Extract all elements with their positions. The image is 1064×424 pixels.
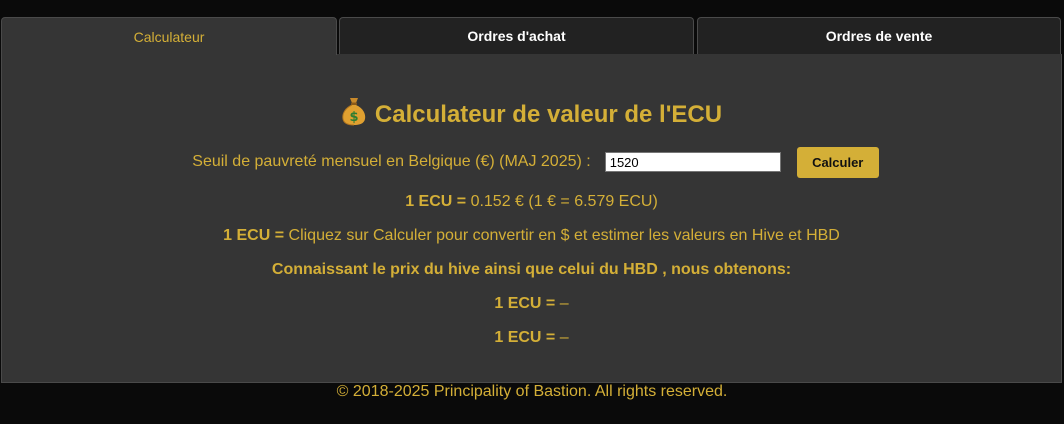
tab-calculateur-label: Calculateur — [133, 28, 205, 45]
tab-ordres-achat-label: Ordres d'achat — [467, 28, 566, 44]
calculate-button[interactable]: Calculer — [796, 146, 879, 178]
ecu-usd-prefix: 1 ECU = — [223, 227, 285, 244]
threshold-input[interactable] — [604, 152, 781, 172]
threshold-row: Seuil de pauvreté mensuel en Belgique (€… — [2, 146, 1061, 178]
hive-hbd-heading: Connaissant le prix du hive ainsi que ce… — [271, 261, 792, 278]
ecu-eur-result: 1 ECU = 0.152 € (1 € = 6.579 ECU) — [2, 192, 1061, 212]
tab-ordres-vente[interactable]: Ordres de vente — [697, 17, 1061, 54]
tab-calculateur[interactable]: Calculateur — [1, 17, 337, 55]
page-title: $ Calculateur de valeur de l'ECU — [2, 96, 1061, 135]
ecu-hive-value: – — [559, 295, 569, 312]
ecu-hbd-result: 1 ECU = – — [2, 328, 1061, 348]
ecu-hbd-value: – — [559, 329, 569, 346]
page-title-text: Calculateur de valeur de l'ECU — [374, 101, 723, 128]
money-bag-icon: $ — [341, 96, 367, 135]
svg-text:$: $ — [349, 110, 358, 125]
ecu-hive-prefix: 1 ECU = — [494, 295, 556, 312]
ecu-hive-result: 1 ECU = – — [2, 294, 1061, 314]
calculator-panel: $ Calculateur de valeur de l'ECU Seuil d… — [1, 54, 1062, 383]
footer-copyright: © 2018-2025 Principality of Bastion. All… — [336, 383, 728, 400]
tab-ordres-vente-label: Ordres de vente — [825, 28, 933, 44]
ecu-hbd-prefix: 1 ECU = — [494, 329, 556, 346]
threshold-label: Seuil de pauvreté mensuel en Belgique (€… — [192, 153, 591, 170]
ecu-eur-prefix: 1 ECU = — [405, 193, 467, 210]
tab-bar: Calculateur Ordres d'achat Ordres de ven… — [0, 17, 1064, 55]
ecu-eur-value: 0.152 € (1 € = 6.579 ECU) — [470, 193, 658, 210]
ecu-usd-result: 1 ECU = Cliquez sur Calculer pour conver… — [2, 226, 1061, 246]
tab-ordres-achat[interactable]: Ordres d'achat — [339, 17, 694, 54]
ecu-usd-value: Cliquez sur Calculer pour convertir en $… — [288, 227, 840, 244]
